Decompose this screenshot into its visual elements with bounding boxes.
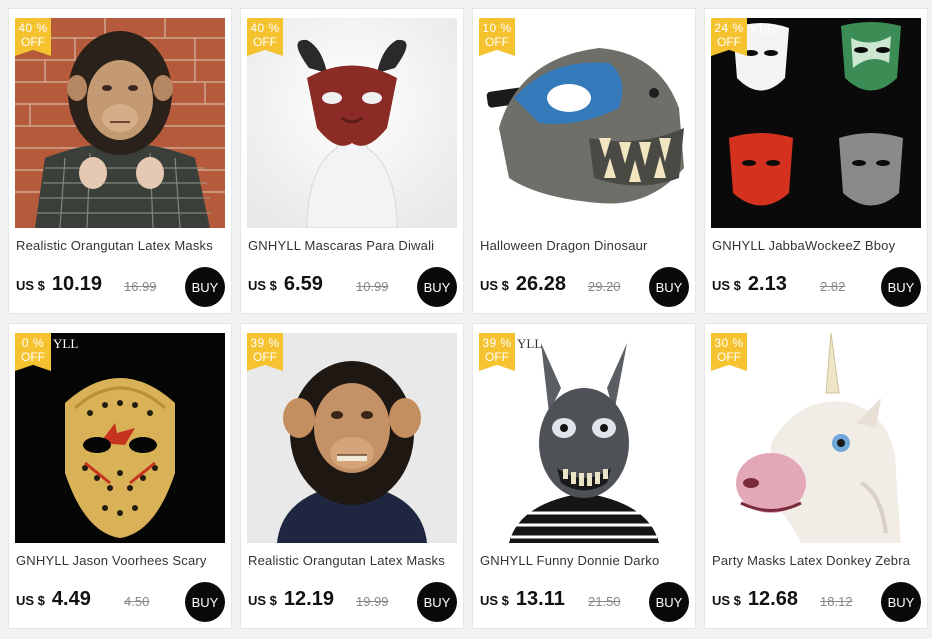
price-row: US $ 12.19 (248, 588, 334, 614)
price-row: US $ 10.19 (16, 273, 102, 299)
price-row: US $ 26.28 (480, 273, 566, 299)
discount-percent: 24 % (714, 21, 744, 35)
currency-label: US $ (712, 593, 741, 608)
discount-percent: 39 % (482, 336, 512, 350)
product-card[interactable]: 30 % OFF Party Masks Latex Donkey Zebra … (704, 323, 928, 629)
discount-percent: 40 % (18, 21, 48, 35)
discount-percent: 39 % (250, 336, 280, 350)
buy-button[interactable]: BUY (185, 582, 225, 622)
price-value: 6.59 (283, 273, 323, 295)
price-value: 10.19 (51, 273, 102, 295)
buy-button[interactable]: BUY (417, 267, 457, 307)
product-title[interactable]: Halloween Dragon Dinosaur (480, 238, 692, 253)
original-price: 2.82 (820, 279, 846, 294)
original-price: 10.99 (356, 279, 389, 294)
discount-percent: 10 % (482, 21, 512, 35)
currency-label: US $ (248, 593, 277, 608)
product-title[interactable]: GNHYLL Funny Donnie Darko (480, 553, 692, 568)
original-price: 29.20 (588, 279, 621, 294)
product-title[interactable]: Realistic Orangutan Latex Masks (16, 238, 228, 253)
product-grid: 40 % OFF Realistic Orangutan Latex Masks… (0, 0, 932, 639)
price-value: 26.28 (515, 273, 566, 295)
product-card[interactable]: 10 % OFF Halloween Dragon Dinosaur US $ … (472, 8, 696, 314)
discount-off-label: OFF (253, 350, 277, 364)
product-title[interactable]: GNHYLL JabbaWockeeZ Bboy (712, 238, 924, 253)
original-price: 21.50 (588, 594, 621, 609)
original-price: 18.12 (820, 594, 853, 609)
currency-label: US $ (16, 593, 45, 608)
currency-label: US $ (480, 278, 509, 293)
image-watermark: YLL (53, 336, 79, 351)
product-card[interactable]: 0 % OFF YLL GNHYLL Jason Voorhees Scary … (8, 323, 232, 629)
buy-button[interactable]: BUY (881, 267, 921, 307)
product-card[interactable]: 24 % OFF YLL GNHYLL JabbaWockeeZ Bboy US… (704, 8, 928, 314)
image-watermark: YLL (517, 336, 543, 351)
product-title[interactable]: GNHYLL Jason Voorhees Scary (16, 553, 228, 568)
price-value: 2.13 (747, 273, 787, 295)
price-row: US $ 2.13 (712, 273, 787, 299)
currency-label: US $ (16, 278, 45, 293)
product-card[interactable]: 39 % OFF YLL GNHYLL Funny Donnie Darko U… (472, 323, 696, 629)
buy-button[interactable]: BUY (185, 267, 225, 307)
discount-percent: 0 % (21, 336, 45, 350)
price-row: US $ 12.68 (712, 588, 798, 614)
product-card[interactable]: 40 % OFF Realistic Orangutan Latex Masks… (8, 8, 232, 314)
price-value: 13.11 (515, 588, 565, 610)
product-card[interactable]: 40 % OFF GNHYLL Mascaras Para Diwali US … (240, 8, 464, 314)
original-price: 4.50 (124, 594, 150, 609)
price-value: 12.19 (283, 588, 334, 610)
price-value: 12.68 (747, 588, 798, 610)
discount-percent: 30 % (714, 336, 744, 350)
product-card[interactable]: 39 % OFF Realistic Orangutan Latex Masks… (240, 323, 464, 629)
original-price: 19.99 (356, 594, 389, 609)
discount-off-label: OFF (717, 35, 741, 49)
discount-percent: 40 % (250, 21, 280, 35)
discount-off-label: OFF (253, 35, 277, 49)
discount-off-label: OFF (485, 35, 509, 49)
product-title[interactable]: Realistic Orangutan Latex Masks (248, 553, 460, 568)
discount-off-label: OFF (21, 35, 45, 49)
discount-off-label: OFF (485, 350, 509, 364)
price-value: 4.49 (51, 588, 91, 610)
original-price: 16.99 (124, 279, 157, 294)
buy-button[interactable]: BUY (649, 267, 689, 307)
product-title[interactable]: GNHYLL Mascaras Para Diwali (248, 238, 460, 253)
currency-label: US $ (712, 278, 741, 293)
buy-button[interactable]: BUY (649, 582, 689, 622)
discount-off-label: OFF (21, 350, 45, 364)
currency-label: US $ (480, 593, 509, 608)
image-watermark: YLL (749, 21, 775, 36)
buy-button[interactable]: BUY (881, 582, 921, 622)
price-row: US $ 6.59 (248, 273, 323, 299)
currency-label: US $ (248, 278, 277, 293)
product-title[interactable]: Party Masks Latex Donkey Zebra (712, 553, 924, 568)
price-row: US $ 13.11 (480, 588, 565, 614)
price-row: US $ 4.49 (16, 588, 91, 614)
buy-button[interactable]: BUY (417, 582, 457, 622)
discount-off-label: OFF (717, 350, 741, 364)
